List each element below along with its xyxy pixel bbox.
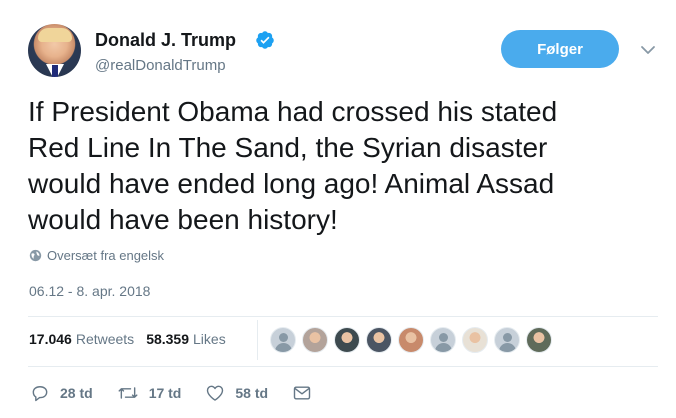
envelope-icon <box>293 386 311 400</box>
like-button[interactable]: 58 td <box>205 383 268 403</box>
retweet-count: 17 td <box>148 385 182 401</box>
liker-avatar[interactable] <box>494 327 520 353</box>
heart-icon <box>207 385 224 401</box>
direct-message-button[interactable] <box>292 384 322 402</box>
liker-avatar[interactable] <box>270 327 296 353</box>
tweet-line: Red Line In The Sand, the Syrian disaste… <box>28 132 548 163</box>
liker-avatar[interactable] <box>334 327 360 353</box>
likes-count: 58.359 <box>146 331 190 347</box>
liker-avatar[interactable] <box>398 327 424 353</box>
retweet-icon <box>118 387 138 399</box>
tweet-text: If President Obama had crossed his state… <box>28 94 653 238</box>
like-count: 58 td <box>235 385 269 401</box>
tweet-actions: 28 td 17 td 58 td <box>30 383 346 403</box>
liker-avatar[interactable] <box>430 327 456 353</box>
author-handle[interactable]: @realDonaldTrump <box>95 57 226 74</box>
retweets-count: 17.046 <box>29 331 72 347</box>
translate-tweet[interactable]: Oversæt fra engelsk <box>29 248 164 263</box>
verified-badge-icon <box>256 31 274 49</box>
reply-count: 28 td <box>60 385 93 401</box>
chevron-down-icon[interactable] <box>638 40 658 60</box>
tweet-timestamp[interactable]: 06.12 - 8. apr. 2018 <box>29 283 150 299</box>
tweet-line: would have ended long ago! Animal Assad <box>28 168 555 199</box>
tweet-stats: 17.046 Retweets 58.359 Likes <box>29 331 238 347</box>
likers-avatars <box>270 327 558 353</box>
divider <box>28 366 658 367</box>
likes-label: Likes <box>193 331 226 347</box>
stats-separator <box>257 320 258 360</box>
following-button[interactable]: Følger <box>501 30 619 68</box>
retweet-button[interactable]: 17 td <box>117 383 182 403</box>
likes-stat[interactable]: 58.359 Likes <box>146 331 226 347</box>
reply-icon <box>32 386 48 402</box>
avatar-hair <box>38 28 72 42</box>
divider <box>28 316 658 317</box>
author-avatar[interactable] <box>28 24 81 77</box>
avatar-tie <box>52 65 58 77</box>
translate-link[interactable]: Oversæt fra engelsk <box>47 248 164 263</box>
globe-icon <box>29 249 42 262</box>
liker-avatar[interactable] <box>302 327 328 353</box>
liker-avatar[interactable] <box>462 327 488 353</box>
liker-avatar[interactable] <box>526 327 552 353</box>
reply-button[interactable]: 28 td <box>30 383 93 403</box>
tweet-line: If President Obama had crossed his state… <box>28 96 558 127</box>
retweets-stat[interactable]: 17.046 Retweets <box>29 331 134 347</box>
author-name[interactable]: Donald J. Trump <box>95 30 236 51</box>
retweets-label: Retweets <box>75 331 135 347</box>
liker-avatar[interactable] <box>366 327 392 353</box>
tweet-line: would have been history! <box>28 204 338 235</box>
